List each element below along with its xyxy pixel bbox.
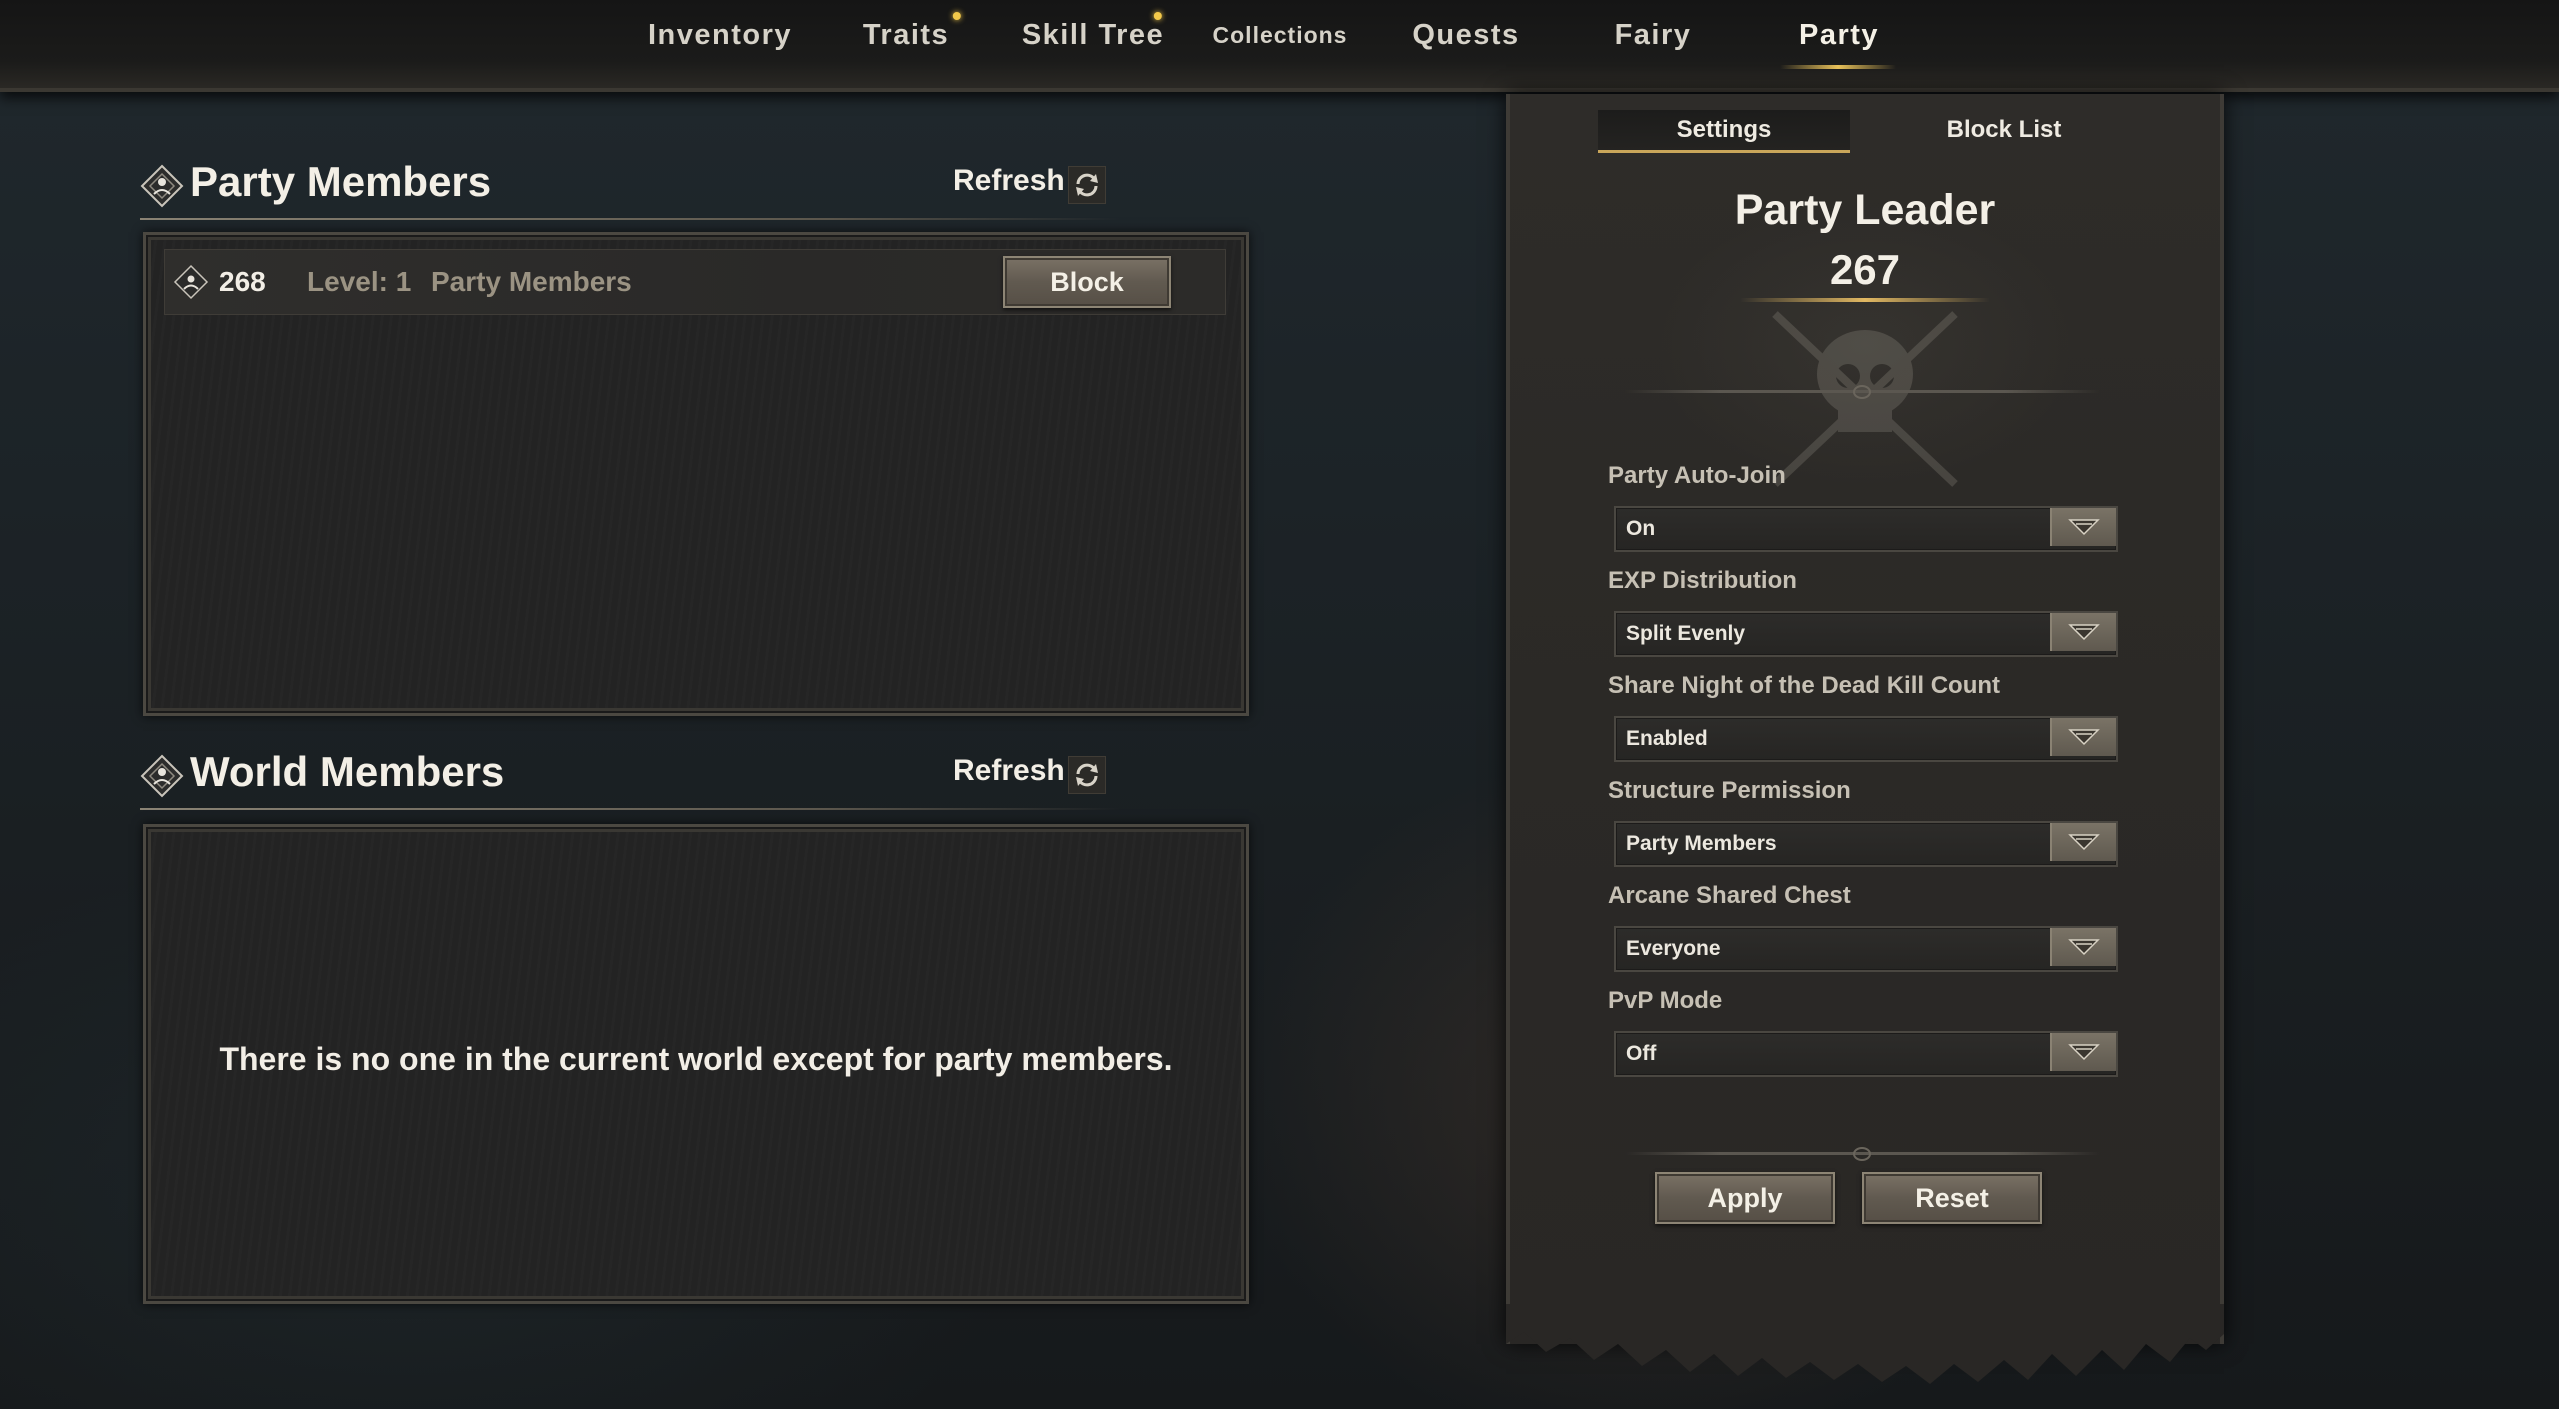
refresh-icon[interactable] xyxy=(1068,166,1106,204)
tab-settings[interactable]: Settings xyxy=(1598,110,1850,153)
tab-label: Skill Tree xyxy=(1021,18,1165,51)
leader-underline xyxy=(1740,298,1990,302)
party-members-panel: 268 Level: 1 Party Members Block xyxy=(143,232,1249,716)
tab-label: Traits xyxy=(862,18,950,51)
tab-inventory[interactable]: Inventory xyxy=(648,0,792,70)
field-label-exp-distribution: EXP Distribution xyxy=(1608,567,1797,594)
party-leader-id: 267 xyxy=(1829,246,1901,293)
dropdown-value: Split Evenly xyxy=(1626,622,1746,645)
party-auto-join-dropdown[interactable]: On xyxy=(1614,506,2118,552)
empty-message: There is no one in the current world exc… xyxy=(219,1041,1173,1077)
world-members-header: World Members Refresh xyxy=(140,738,1120,810)
dropdown-value: Party Members xyxy=(1626,832,1777,855)
member-level: Level: 1 xyxy=(307,266,412,297)
tab-collections[interactable]: Collections xyxy=(1213,0,1348,70)
dropdown-value: Enabled xyxy=(1626,727,1708,750)
apply-button[interactable]: Apply xyxy=(1655,1172,1835,1224)
world-members-panel: There is no one in the current world exc… xyxy=(143,824,1249,1304)
chevron-down-icon[interactable] xyxy=(2050,823,2116,861)
tab-label: Party xyxy=(1798,18,1880,51)
settings-tabs: Settings Block List xyxy=(1598,110,2130,153)
section-title: World Members xyxy=(190,748,505,795)
reset-button[interactable]: Reset xyxy=(1862,1172,2042,1224)
chevron-down-icon[interactable] xyxy=(2050,508,2116,546)
notification-dot xyxy=(953,12,962,20)
chevron-down-icon[interactable] xyxy=(2050,928,2116,966)
dropdown-value: On xyxy=(1626,517,1656,540)
tab-party[interactable]: Party xyxy=(1799,0,1879,70)
party-members-header: Party Members Refresh xyxy=(140,148,1120,220)
refresh-button[interactable]: Refresh xyxy=(953,754,1065,788)
arcane-shared-chest-dropdown[interactable]: Everyone xyxy=(1614,926,2118,972)
top-navigation: Inventory Traits Skill Tree Collections … xyxy=(0,0,2559,92)
tab-quests[interactable]: Quests xyxy=(1412,0,1519,70)
torn-edge-decoration xyxy=(1506,1304,2224,1384)
member-emblem-icon xyxy=(173,264,209,300)
refresh-button[interactable]: Refresh xyxy=(953,164,1065,198)
ornament-divider xyxy=(1625,385,2100,399)
ornament-divider xyxy=(1625,1147,2100,1161)
world-emblem-icon xyxy=(140,754,184,798)
field-label-arcane-shared-chest: Arcane Shared Chest xyxy=(1608,882,1851,909)
chevron-down-icon[interactable] xyxy=(2050,613,2116,651)
section-title: Party Members xyxy=(190,158,492,205)
refresh-icon[interactable] xyxy=(1068,756,1106,794)
tab-fairy[interactable]: Fairy xyxy=(1615,0,1692,70)
member-role: Party Members xyxy=(431,266,632,297)
field-label-pvp-mode: PvP Mode xyxy=(1608,987,1723,1014)
dropdown-value: Everyone xyxy=(1626,937,1721,960)
tab-block-list[interactable]: Block List xyxy=(1878,110,2130,150)
party-leader-title: Party Leader xyxy=(1734,186,1996,234)
header-divider xyxy=(140,808,1120,810)
party-emblem-icon xyxy=(140,164,184,208)
tab-traits[interactable]: Traits xyxy=(862,0,962,70)
dropdown-value: Off xyxy=(1626,1042,1657,1065)
exp-distribution-dropdown[interactable]: Split Evenly xyxy=(1614,611,2118,657)
field-label-share-kill-count: Share Night of the Dead Kill Count xyxy=(1608,672,2001,699)
share-kill-count-dropdown[interactable]: Enabled xyxy=(1614,716,2118,762)
member-id: 268 xyxy=(219,266,266,297)
field-label-auto-join: Party Auto-Join xyxy=(1608,462,1786,489)
chevron-down-icon[interactable] xyxy=(2050,718,2116,756)
pvp-mode-dropdown[interactable]: Off xyxy=(1614,1031,2118,1077)
tab-label: Inventory xyxy=(647,18,793,51)
chevron-down-icon[interactable] xyxy=(2050,1033,2116,1071)
active-tab-indicator xyxy=(1780,65,1896,69)
tab-label: Quests xyxy=(1412,18,1520,51)
field-label-structure-permission: Structure Permission xyxy=(1608,777,1851,804)
tab-label: Fairy xyxy=(1614,18,1692,51)
block-button[interactable]: Block xyxy=(1003,256,1171,308)
member-row: 268 Level: 1 Party Members Block xyxy=(164,249,1226,315)
header-divider xyxy=(140,218,1120,220)
structure-permission-dropdown[interactable]: Party Members xyxy=(1614,821,2118,867)
tab-skill-tree[interactable]: Skill Tree xyxy=(1022,0,1164,70)
party-settings-panel: Settings Block List Party Leader 267 Par… xyxy=(1506,94,2224,1384)
tab-label: Collections xyxy=(1212,21,1348,48)
